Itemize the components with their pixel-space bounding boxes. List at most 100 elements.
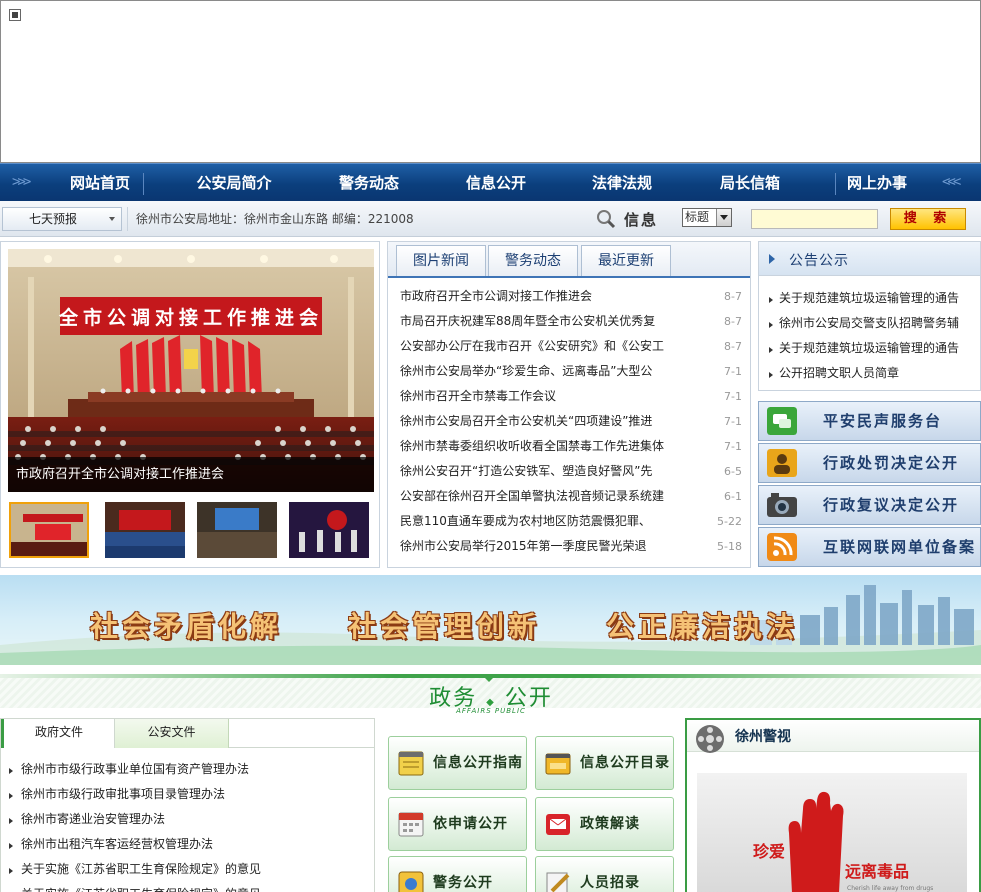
video-title: 徐州警视 [735,729,791,745]
affair-button-label: 政策解读 [580,816,640,832]
nav-item-home[interactable]: 网站首页 [58,164,142,202]
service-button-review-decisions[interactable]: 行政复议决定公开 [758,485,981,525]
news-row[interactable]: 民意110直通车要成为农村地区防范震慑犯罪、 5-22 [400,509,742,534]
apply-disclosure-button[interactable]: 依申请公开 [388,797,527,851]
police-video-panel: 徐州警视 珍爱 远离毒品 Cherish life away from drug… [685,718,981,892]
nav-item-online-services[interactable]: 网上办事 [834,164,920,202]
poster-text-away-from-drugs: 远离毒品 [845,862,909,881]
thumbnail-image [105,502,185,558]
camera-icon [767,493,797,517]
news-date: 5-22 [717,515,742,528]
thumbnail-image [197,502,277,558]
news-row[interactable]: 徐州市召开全市禁毒工作会议 7-1 [400,384,742,409]
news-row[interactable]: 徐州市禁毒委组织收听收看全国禁毒工作先进集体 7-1 [400,434,742,459]
film-reel-icon [696,725,724,753]
nav-item-about[interactable]: 公安局简介 [184,164,284,202]
document-item[interactable]: 关于实施《江苏省职工生育保险规定》的意见 [9,857,369,882]
news-row[interactable]: 公安部办公厅在我市召开《公安研究》和《公安工 8-7 [400,334,742,359]
notice-item[interactable]: 公开招聘文职人员简章 [769,361,974,386]
person-icon [767,449,797,477]
video-header: 徐州警视 [687,720,979,753]
document-item[interactable]: 关于实施《江苏省职工生育保险规定》的意见 [9,882,369,892]
tab-recent-updates[interactable]: 最近更新 [581,245,671,276]
notice-title: 公告公示 [789,253,849,269]
weather-forecast-select[interactable]: 七天预报 [2,207,122,231]
service-label: 平安民声服务台 [823,412,943,430]
calendar-icon [398,812,424,837]
nav-item-info-public[interactable]: 信息公开 [453,164,539,202]
info-disclosure-guide-button[interactable]: 信息公开指南 [388,736,527,790]
slogan-2: 社会管理创新 [348,610,541,643]
news-date: 7-1 [724,415,742,428]
poster-text-cherish: 珍爱 [753,842,785,861]
search-input[interactable] [751,209,878,229]
main-news-photo[interactable]: 全市公调对接工作推进会 [8,249,374,492]
affairs-subtitle: AFFAIRS PUBLIC [456,707,526,715]
badge-icon [398,871,424,892]
news-row[interactable]: 市政府召开全市公调对接工作推进会 8-7 [400,284,742,309]
service-button-penalty-decisions[interactable]: 行政处罚决定公开 [758,443,981,483]
thumbnail-1[interactable] [9,502,89,558]
pen-document-icon [546,872,570,892]
news-row[interactable]: 徐州市公安局召开全市公安机关“四项建设”推进 7-1 [400,409,742,434]
news-row[interactable]: 市局召开庆祝建军88周年暨全市公安机关优秀复 8-7 [400,309,742,334]
service-label: 行政处罚决定公开 [823,454,960,472]
news-title: 徐州市禁毒委组织收听收看全国禁毒工作先进集体 [400,439,665,453]
document-item[interactable]: 徐州市出租汽车客运经营权管理办法 [9,832,369,857]
photo-caption[interactable]: 市政府召开全市公调对接工作推进会 [8,457,374,492]
broken-image-icon [9,9,21,21]
search-field-select[interactable]: 标题 [682,208,732,227]
address-text: 徐州市公安局地址：徐州市金山东路 邮编：221008 [127,207,414,231]
news-title: 徐州市公安局举办“珍爱生命、远离毒品”大型公 [400,364,653,378]
tab-photo-news[interactable]: 图片新闻 [396,245,486,276]
news-row[interactable]: 公安部在徐州召开全国单警执法视音频记录系统建 6-1 [400,484,742,509]
document-item[interactable]: 徐州市市级行政审批事项目录管理办法 [9,782,369,807]
affairs-divider: 政务 ◆ 公开 AFFAIRS PUBLIC [0,668,981,718]
affair-button-label: 人员招录 [580,875,640,891]
news-title: 徐州公安召开“打造公安铁军、塑造良好警风”先 [400,464,653,478]
nav-item-laws[interactable]: 法律法规 [579,164,665,202]
notepad-icon [398,751,424,776]
tab-police-news[interactable]: 警务动态 [488,245,578,276]
news-row[interactable]: 徐州市公安局举办“珍爱生命、远离毒品”大型公 7-1 [400,359,742,384]
news-tabs: 图片新闻 警务动态 最近更新 [388,242,750,278]
affair-button-label: 依申请公开 [433,816,508,832]
affair-button-label: 信息公开指南 [433,755,523,771]
chevrons-right-icon: >>> [12,174,31,190]
news-row[interactable]: 徐州公安召开“打造公安铁军、塑造良好警风”先 6-5 [400,459,742,484]
thumbnail-3[interactable] [197,502,277,558]
search-field-value: 标题 [685,210,710,224]
news-row[interactable]: 徐州市公安局举行2015年第一季度民警光荣退 5-18 [400,534,742,559]
slogan-3: 公正廉洁执法 [606,610,799,643]
thumbnail-image [11,504,87,556]
notice-item[interactable]: 徐州市公安局交警支队招聘警务辅 [769,311,974,336]
video-thumbnail[interactable]: 珍爱 远离毒品 Cherish life away from drugs [697,773,967,892]
news-title: 市政府召开全市公调对接工作推进会 [400,289,593,303]
info-disclosure-catalog-button[interactable]: 信息公开目录 [535,736,674,790]
thumbnail-image [289,502,369,558]
document-item[interactable]: 徐州市市级行政事业单位国有资产管理办法 [9,757,369,782]
dropdown-arrow-icon [716,209,731,226]
policy-interpretation-button[interactable]: 政策解读 [535,797,674,851]
search-label: 信息 [624,211,659,229]
thumbnail-4[interactable] [289,502,369,558]
notice-item[interactable]: 关于规范建筑垃圾运输管理的通告 [769,286,974,311]
rss-icon [767,533,797,561]
service-button-public-voice[interactable]: 平安民声服务台 [758,401,981,441]
news-title: 市局召开庆祝建军88周年暨全市公安机关优秀复 [400,314,656,328]
document-item[interactable]: 徐州市寄递业治安管理办法 [9,807,369,832]
tab-police-documents[interactable]: 公安文件 [115,719,229,748]
recruitment-button[interactable]: 人员招录 [535,856,674,892]
thumbnail-2[interactable] [105,502,185,558]
slogan-banner: 社会矛盾化解 社会管理创新 公正廉洁执法 [0,575,981,665]
nav-item-police-news[interactable]: 警务动态 [326,164,412,202]
search-button[interactable]: 搜 索 [890,208,966,230]
police-affairs-disclosure-button[interactable]: 警务公开 [388,856,527,892]
news-date: 6-5 [724,465,742,478]
notice-item[interactable]: 关于规范建筑垃圾运输管理的通告 [769,336,974,361]
nav-item-director-mailbox[interactable]: 局长信箱 [707,164,793,202]
news-date: 7-1 [724,440,742,453]
service-button-network-registration[interactable]: 互联网联网单位备案 [758,527,981,567]
mailbox-icon [546,814,570,835]
tab-government-documents[interactable]: 政府文件 [1,719,115,748]
